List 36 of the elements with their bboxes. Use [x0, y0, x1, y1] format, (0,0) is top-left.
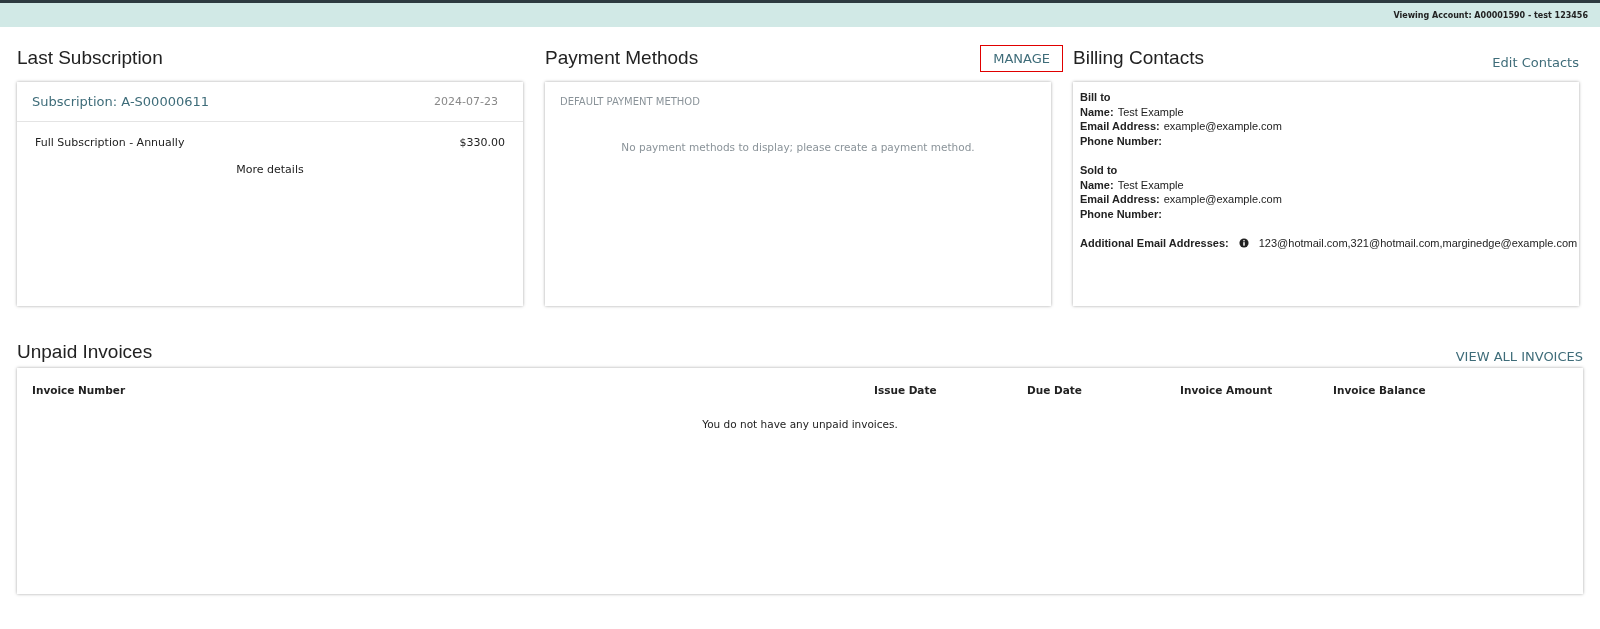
field-label: Email Address: [1080, 192, 1160, 207]
field-label: Phone Number: [1080, 206, 1162, 222]
column-header: Invoice Amount [1180, 384, 1274, 396]
column-header: Invoice Balance [1333, 384, 1427, 396]
field-value: Test Example [1117, 104, 1184, 120]
info-icon[interactable] [1238, 238, 1249, 249]
field-value: example@example.com [1163, 192, 1282, 207]
contact-heading: Sold to [1080, 162, 1119, 178]
plan-name: Full Subscription - Annually [35, 136, 185, 149]
field-value: example@example.com [1163, 119, 1282, 134]
column-header: Due Date [1027, 384, 1083, 396]
field-label: Name: [1080, 177, 1114, 193]
subscription-date: 2024-07-23 [434, 95, 498, 108]
field-label: Phone Number: [1080, 133, 1162, 149]
field-label: Email Address: [1080, 119, 1160, 134]
view-all-invoices-link[interactable]: VIEW ALL INVOICES [1455, 349, 1583, 364]
viewing-account-text: Viewing Account: A00001590 - test 123456 [1393, 10, 1588, 20]
default-payment-label: DEFAULT PAYMENT METHOD [560, 96, 701, 107]
field-value: Test Example [1117, 177, 1184, 193]
section-title: Payment Methods [545, 46, 699, 70]
section-title: Unpaid Invoices [17, 340, 153, 364]
section-title: Billing Contacts [1073, 46, 1204, 70]
field-label: Name: [1080, 104, 1114, 120]
more-details-link[interactable]: More details [236, 163, 304, 176]
section-title: Last Subscription [17, 46, 163, 70]
column-header: Invoice Number [32, 384, 127, 396]
subscription-link[interactable]: Subscription: A-S00000611 [32, 94, 209, 109]
edit-contacts-link[interactable]: Edit Contacts [1492, 55, 1579, 70]
empty-message: You do not have any unpaid invoices. [701, 418, 899, 430]
empty-message: No payment methods to display; please create a payment method. [620, 141, 976, 153]
plan-price: $330.00 [459, 136, 505, 149]
field-value: 123@hotmail.com,321@hotmail.com,marginedge@example.com [1258, 235, 1578, 251]
contact-heading: Bill to [1080, 90, 1112, 105]
manage-link[interactable]: MANAGE [980, 45, 1063, 72]
column-header: Issue Date [874, 384, 938, 396]
field-label: Additional Email Addresses: [1080, 235, 1229, 251]
